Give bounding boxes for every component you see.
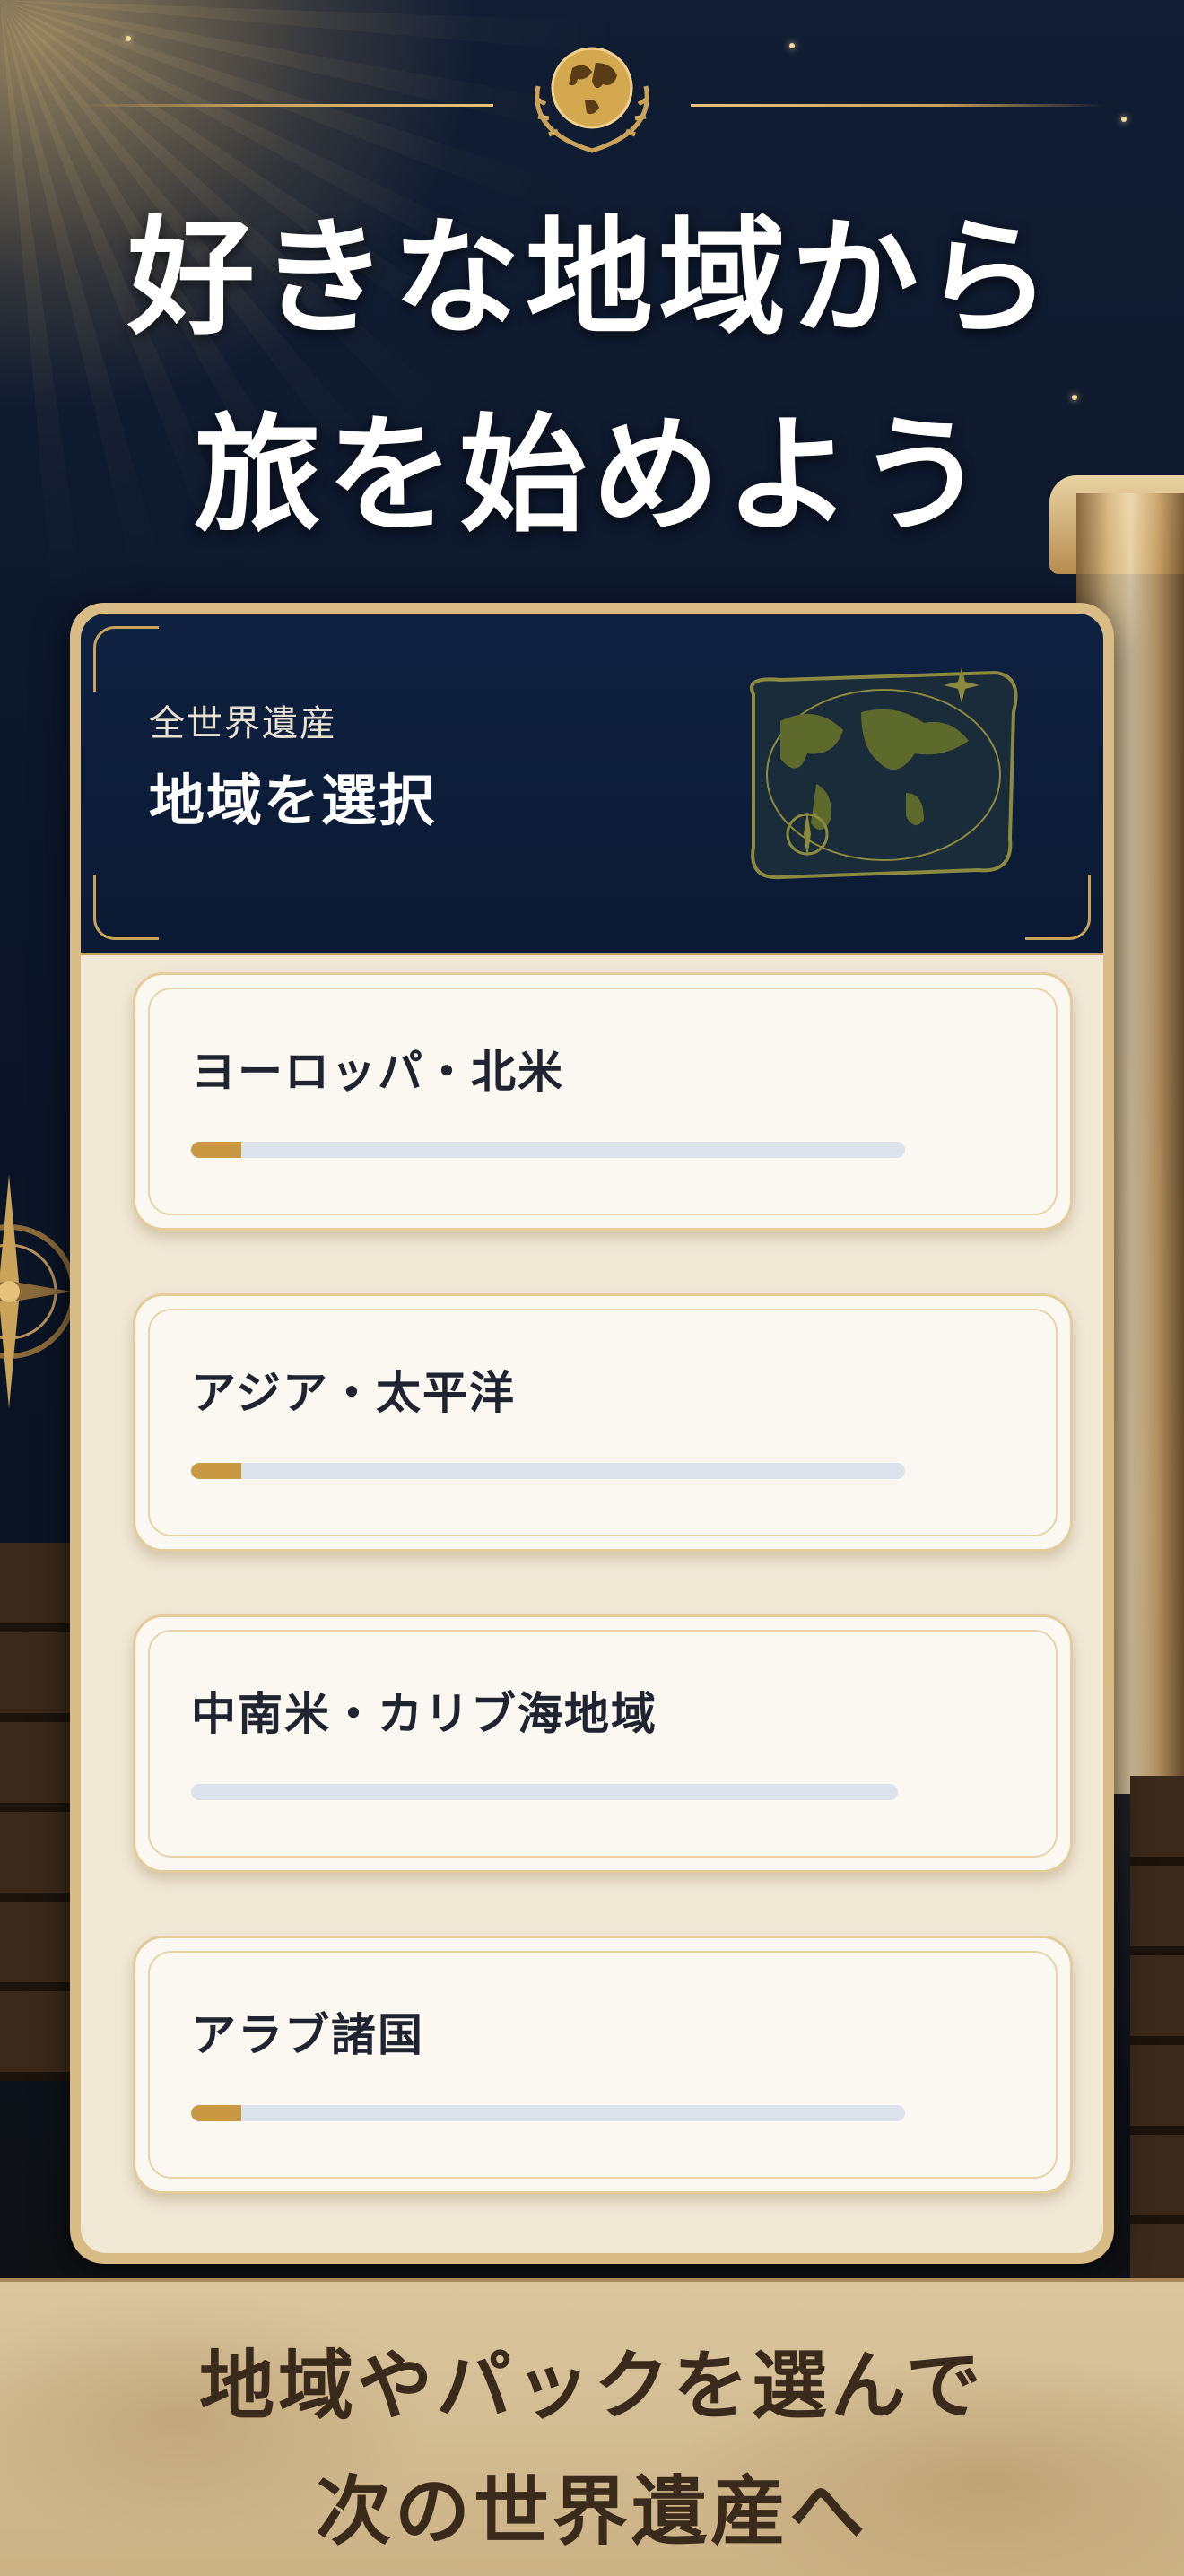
corner-ornament — [93, 626, 159, 692]
top-ornament — [0, 25, 1184, 160]
region-list: ヨーロッパ・北米 アジア・太平洋 中南米・カリブ海地域 アラブ諸国 — [133, 972, 1073, 2253]
corner-ornament — [1025, 875, 1091, 940]
progress-fill — [191, 1463, 241, 1479]
region-card-latin-america-caribbean[interactable]: 中南米・カリブ海地域 — [133, 1614, 1073, 1873]
globe-emblem-icon — [535, 47, 649, 153]
progress-track — [191, 1142, 905, 1158]
progress-fill — [191, 2105, 241, 2121]
banner-text: 地域やパックを選んで 次の世界遺産へ — [0, 2323, 1184, 2574]
compass-icon — [0, 1175, 76, 1408]
world-map-icon — [750, 667, 1018, 880]
banner-line2: 次の世界遺産へ — [315, 2467, 868, 2555]
region-card-arab-states[interactable]: アラブ諸国 — [133, 1936, 1073, 2194]
region-name: 中南米・カリブ海地域 — [191, 1687, 657, 1740]
panel-header: 全世界遺産 地域を選択 — [81, 614, 1103, 955]
panel-title: 地域を選択 — [149, 768, 437, 833]
ornament-line — [81, 104, 493, 107]
corner-ornament — [93, 875, 159, 940]
ornament-line — [691, 104, 1103, 107]
region-name: アジア・太平洋 — [191, 1366, 516, 1419]
region-name: アラブ諸国 — [191, 2008, 424, 2061]
region-select-panel: 全世界遺産 地域を選択 ヨーロッパ・北米 アジア・太平洋 中南米・カリブ海地域 … — [70, 603, 1114, 2264]
headline-line2: 旅を始めよう — [194, 401, 990, 550]
progress-fill — [191, 1142, 241, 1158]
books-stack — [1130, 1776, 1184, 2314]
books-stack — [0, 1543, 72, 2081]
progress-track — [191, 1463, 905, 1479]
progress-track — [191, 2105, 905, 2121]
headline: 好きな地域から 旅を始めよう — [0, 179, 1184, 574]
headline-line1: 好きな地域から — [127, 204, 1057, 352]
region-name: ヨーロッパ・北米 — [191, 1045, 564, 1098]
panel-body: 全世界遺産 地域を選択 ヨーロッパ・北米 アジア・太平洋 中南米・カリブ海地域 … — [81, 614, 1103, 2253]
banner-line1: 地域やパックを選んで — [199, 2341, 985, 2430]
region-card-asia-pacific[interactable]: アジア・太平洋 — [133, 1293, 1073, 1552]
panel-subtitle: 全世界遺産 — [149, 703, 337, 744]
progress-track — [191, 1784, 898, 1800]
region-card-europe-north-america[interactable]: ヨーロッパ・北米 — [133, 972, 1073, 1231]
